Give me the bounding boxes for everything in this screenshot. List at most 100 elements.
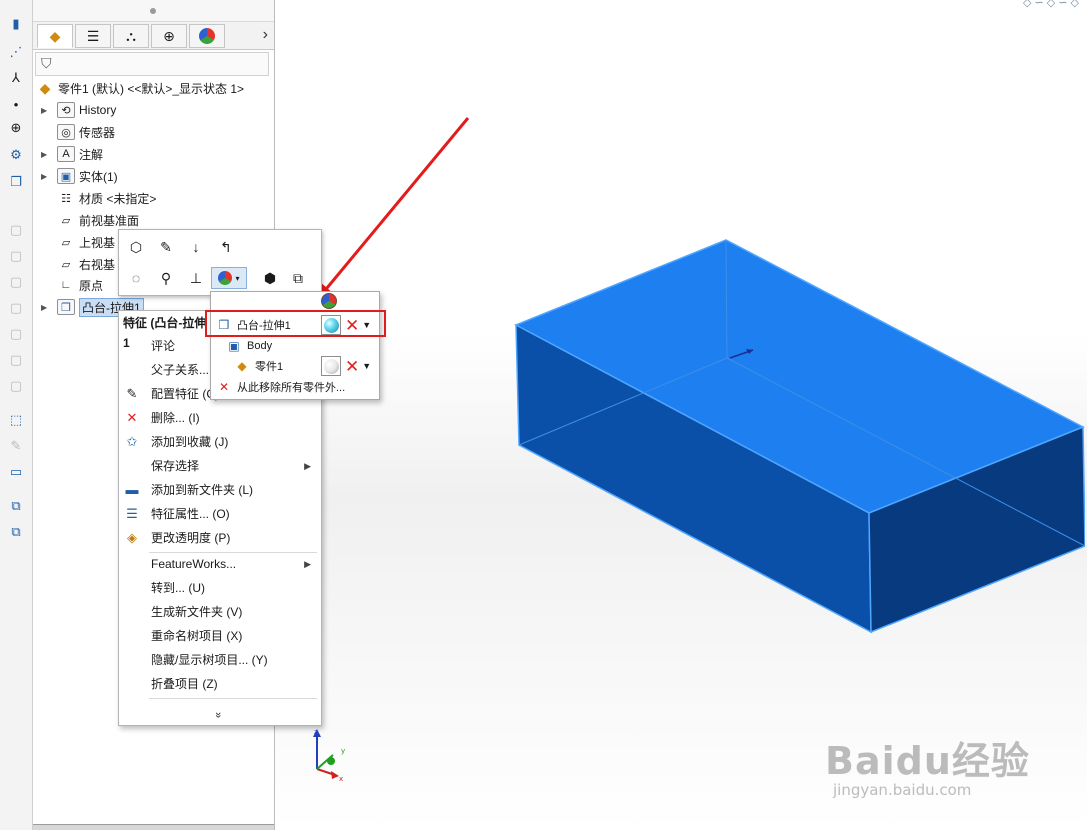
expand-arrow-icon[interactable]: ▶ (41, 303, 51, 312)
expand-arrow-icon[interactable]: ▶ (41, 172, 51, 181)
tree-item-right-plane[interactable]: ▱ 右视基 (41, 254, 115, 274)
view-right-icon[interactable]: ▢ (6, 298, 26, 318)
view-left-icon[interactable]: ▢ (6, 272, 26, 292)
normal-to-icon[interactable]: ⊥ (185, 267, 207, 289)
plane-icon: ▱ (61, 236, 71, 249)
menu-item-add-favorite[interactable]: ✩ 添加到收藏 (J) (119, 431, 321, 453)
menu-item-goto[interactable]: 转到... (U) (119, 577, 321, 599)
hide-icon[interactable]: ◌ (125, 267, 147, 289)
zoom-selection-icon[interactable]: ⚲ (155, 267, 177, 289)
menu-item-hide-show-tree[interactable]: 隐藏/显示树项目... (Y) (119, 649, 321, 671)
tab-feature-tree[interactable]: ◆ (37, 24, 73, 48)
copy-appearance-icon[interactable]: ⧉ (287, 267, 309, 289)
filter-icon: ⛉ (41, 55, 52, 71)
appearance-row-remove-all[interactable]: ✕ 从此移除所有零件外... (215, 376, 375, 398)
svg-text:y: y (341, 747, 345, 755)
origin-icon: ∟ (60, 279, 72, 291)
expand-menu-icon[interactable]: » (212, 712, 224, 718)
menu-item-feature-properties[interactable]: ☰ 特征属性... (O) (119, 503, 321, 525)
body-icon[interactable]: ❐ (6, 172, 26, 192)
menu-item-delete[interactable]: ✕ 删除... (I) (119, 407, 321, 429)
watermark: Baidu经验 jingyan.baidu.com (825, 730, 1030, 799)
tree-root[interactable]: ◆ 零件1 (默认) <<默认>_显示状态 1> (36, 78, 244, 98)
view-back-icon[interactable]: ▢ (6, 246, 26, 266)
watermark-brand: Baidu经验 (825, 739, 1030, 783)
appearance-row-label: 从此移除所有零件外... (237, 382, 346, 394)
tree-item-solid-bodies[interactable]: ▶ ▣ 实体(1) (41, 166, 118, 186)
plane-icon: ▱ (61, 214, 71, 227)
rollback-icon[interactable]: ↓ (185, 236, 207, 258)
coordinate-system-icon[interactable]: ⅄ (6, 68, 26, 88)
tree-item-history[interactable]: ▶ ⟲ History (41, 100, 116, 120)
tab-display-manager[interactable] (189, 24, 225, 48)
menu-item-label: 重命名树项目 (X) (151, 629, 243, 643)
point-icon[interactable]: • (6, 94, 26, 114)
tree-item-label: 实体(1) (79, 169, 118, 184)
menu-item-rename[interactable]: 重命名树项目 (X) (119, 625, 321, 647)
view-front-icon[interactable]: ▢ (6, 220, 26, 240)
configure-feature-icon: ✎ (126, 386, 138, 401)
edit-sketch-icon[interactable]: ✎ (155, 236, 177, 258)
annotation-arrow (312, 117, 470, 308)
view-top-icon[interactable]: ▢ (6, 324, 26, 344)
appearance-button[interactable]: ▾ (211, 267, 247, 289)
crosshair-icon: ⊕ (163, 27, 175, 44)
tab-dimxpert[interactable]: ⊕ (151, 24, 187, 48)
part-icon: ◆ (237, 359, 247, 373)
plane-icon[interactable]: ▮ (6, 14, 26, 34)
view-bottom-icon[interactable]: ▢ (6, 350, 26, 370)
tree-item-label: 原点 (79, 278, 104, 293)
tree-item-material[interactable]: ☷ 材质 <未指定> (41, 188, 156, 208)
chevron-down-icon[interactable]: ▼ (362, 361, 371, 371)
solid-bodies-icon: ▣ (57, 168, 75, 184)
edit-icon[interactable]: ✎ (6, 436, 26, 456)
menu-item-change-transparency[interactable]: ◈ 更改透明度 (P) (119, 527, 321, 549)
copy-icon[interactable]: ⧉ (6, 496, 26, 516)
expand-arrow-icon[interactable]: ▶ (41, 106, 51, 115)
tree-item-front-plane[interactable]: ▱ 前视基准面 (41, 210, 139, 230)
menu-item-collapse[interactable]: 折叠项目 (Z) (119, 673, 321, 695)
body-icon: ▣ (228, 339, 240, 353)
parent-icon[interactable]: ↰ (215, 236, 237, 258)
bottom-tabs[interactable] (33, 824, 274, 830)
extrude-icon: ❒ (57, 299, 75, 315)
appearance-row-body[interactable]: ▣ Body (225, 335, 375, 357)
material-icon: ☷ (61, 192, 71, 205)
display-icon[interactable]: ▭ (6, 462, 26, 482)
panel-grip[interactable] (33, 0, 274, 22)
menu-item-add-new-folder[interactable]: ▬ 添加到新文件夹 (L) (119, 479, 321, 501)
expand-arrow-icon[interactable]: ▶ (41, 150, 51, 159)
display-pane-icon[interactable]: ⬢ (259, 267, 281, 289)
tree-item-label: 右视基 (79, 257, 116, 272)
display-manager-icon (199, 28, 215, 44)
center-mass-icon[interactable]: ⊕ (6, 118, 26, 138)
axis-icon[interactable]: ⋰ (6, 42, 26, 62)
folder-icon: ▬ (125, 482, 139, 497)
select-icon[interactable]: ⬚ (6, 410, 26, 430)
tab-configuration-manager[interactable]: ⛬ (113, 24, 149, 48)
tree-item-top-plane[interactable]: ▱ 上视基 (41, 232, 115, 252)
edit-feature-icon[interactable]: ⬡ (125, 236, 147, 258)
sketch-icon[interactable]: ⚙ (6, 145, 26, 165)
filter-field[interactable]: ⛉ (35, 52, 269, 76)
menu-item-label: 特征属性... (O) (151, 507, 230, 521)
tab-property-manager[interactable]: ☰ (75, 24, 111, 48)
remove-appearance-icon[interactable]: ✕ (345, 358, 359, 375)
plane-icon: ▱ (61, 258, 71, 271)
appearance-swatch[interactable] (321, 356, 341, 376)
heads-up-toolbar[interactable]: ◇ ∽ ◇ ∽ ◇ (1023, 0, 1079, 9)
tree-item-sensors[interactable]: ◎ 传感器 (41, 122, 115, 142)
menu-item-featureworks[interactable]: FeatureWorks... ▶ (119, 553, 321, 575)
tree-item-origin[interactable]: ∟ 原点 (41, 275, 103, 295)
view-iso-icon[interactable]: ▢ (6, 376, 26, 396)
menu-item-save-selection[interactable]: 保存选择 ▶ (119, 455, 321, 477)
context-menu-title: 特征 (凸台-拉伸1 (123, 316, 207, 350)
appearance-row-part[interactable]: ◆ 零件1 ✕ ▼ (233, 355, 375, 377)
menu-item-label: 转到... (U) (151, 581, 205, 595)
chevron-right-icon[interactable]: › (263, 26, 268, 44)
tree-item-annotations[interactable]: ▶ A 注解 (41, 144, 103, 164)
extruded-box-model[interactable] (505, 230, 1085, 640)
reference-triad[interactable]: z y x (305, 725, 349, 783)
paste-icon[interactable]: ⧉ (6, 522, 26, 542)
menu-item-create-folder[interactable]: 生成新文件夹 (V) (119, 601, 321, 623)
